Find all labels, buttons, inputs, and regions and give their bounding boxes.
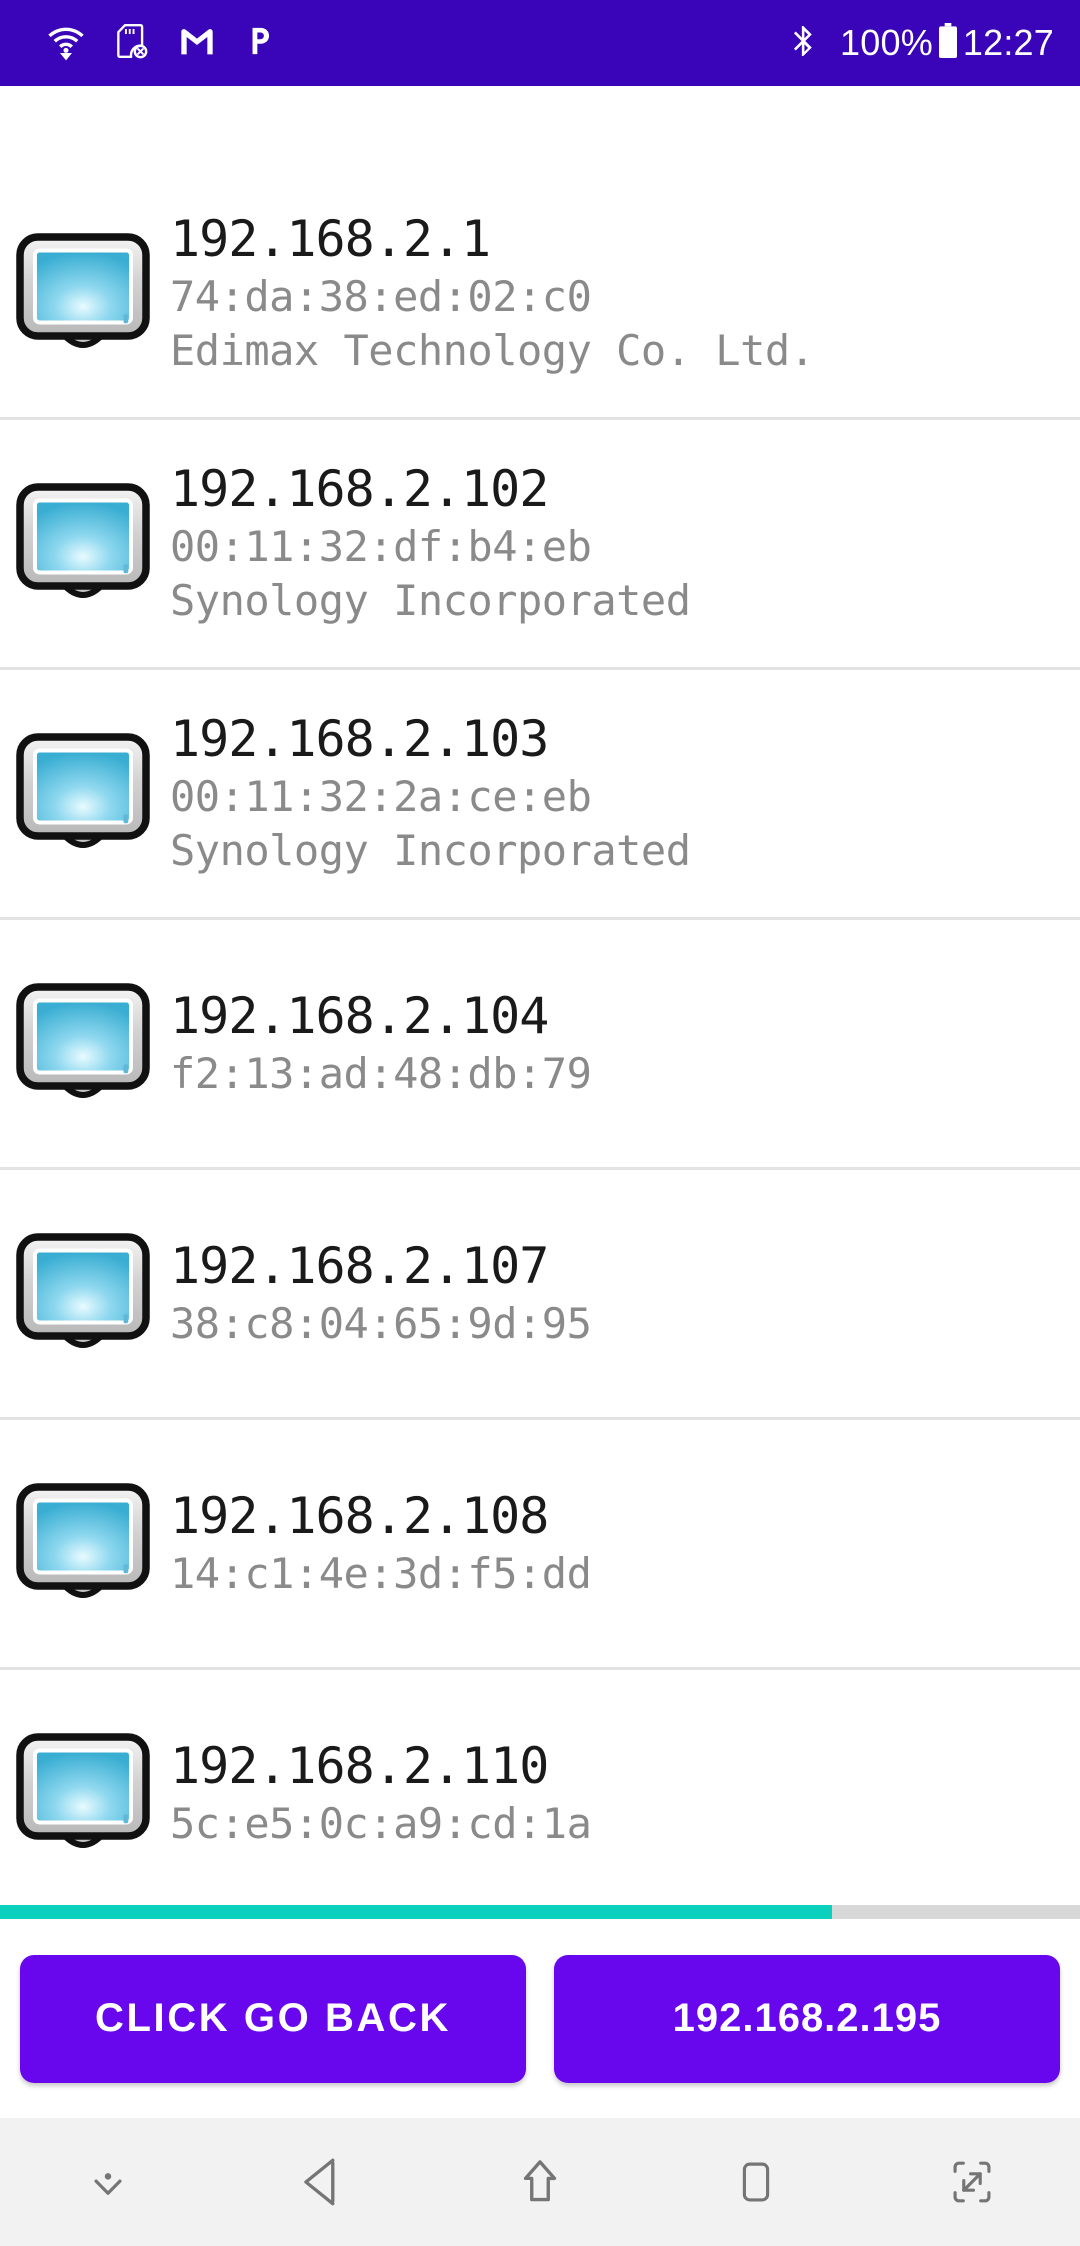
device-mac: 14:c1:4e:3d:f5:dd [170,1549,592,1599]
list-top-spacer [0,86,1080,170]
scan-progress-fill [0,1905,832,1919]
device-ip: 192.168.2.102 [170,460,549,519]
hide-keyboard-icon[interactable] [0,2118,216,2246]
computer-monitor-icon [0,919,166,1169]
device-info: 192.168.2.107 38:c8:04:65:9d:95 [166,1236,1080,1351]
device-ip: 192.168.2.107 [170,1237,549,1296]
device-ip: 192.168.2.108 [170,1487,549,1546]
device-vendor: Synology Incorporated [170,826,691,875]
computer-monitor-glyph [16,982,150,1098]
computer-monitor-icon [0,1169,166,1419]
device-mac: 00:11:32:df:b4:eb [170,522,592,572]
battery-percent-label: 100% [840,22,933,63]
recents-icon[interactable] [648,2118,864,2246]
go-back-button[interactable]: CLICK GO BACK [20,1954,526,2083]
device-row[interactable]: 192.168.2.110 5c:e5:0c:a9:cd:1a [0,1670,1080,1905]
computer-monitor-glyph [16,1232,150,1348]
device-ip: 192.168.2.103 [170,710,549,769]
computer-monitor-glyph [16,732,150,848]
back-icon[interactable] [216,2118,432,2246]
scan-progress-bar [0,1905,1080,1919]
device-ip: 192.168.2.1 [170,210,491,269]
device-info: 192.168.2.103 00:11:32:2a:ce:eb Synology I… [166,709,1080,878]
bluetooth-icon [786,21,820,66]
computer-monitor-glyph [16,1732,150,1848]
action-button-bar: CLICK GO BACK 192.168.2.195 [0,1919,1080,2118]
device-row[interactable]: 192.168.2.102 00:11:32:df:b4:eb Synology I… [0,420,1080,670]
device-info: 192.168.2.108 14:c1:4e:3d:f5:dd [166,1486,1080,1601]
device-row[interactable]: 192.168.2.107 38:c8:04:65:9d:95 [0,1170,1080,1420]
device-mac: 5c:e5:0c:a9:cd:1a [170,1799,592,1849]
status-bar-left-icons [46,21,276,66]
device-info: 192.168.2.1 74:da:38:ed:02:c0 Edimax Techn… [166,209,1080,378]
device-info: 192.168.2.104 f2:13:ad:48:db:79 [166,986,1080,1101]
go-back-button-label: CLICK GO BACK [94,1996,451,2040]
computer-monitor-icon [0,169,166,419]
device-info: 192.168.2.102 00:11:32:df:b4:eb Synology I… [166,459,1080,628]
status-bar: 100% 12:27 [0,0,1080,86]
device-ip: 192.168.2.104 [170,987,549,1046]
computer-monitor-icon [0,1669,166,1906]
device-vendor: Synology Incorporated [170,576,691,625]
computer-monitor-icon [0,1419,166,1669]
computer-monitor-glyph [16,1482,150,1598]
host-ip-button-label: 192.168.2.195 [672,1996,942,2040]
host-ip-button[interactable]: 192.168.2.195 [554,1954,1060,2083]
device-rows: 192.168.2.1 74:da:38:ed:02:c0 Edimax Techn… [0,170,1080,1905]
computer-monitor-icon [0,669,166,919]
sd-card-off-icon [112,21,150,66]
device-ip: 192.168.2.110 [170,1737,549,1796]
wifi-icon [46,21,86,66]
pushbullet-icon [244,21,276,66]
device-vendor: Edimax Technology Co. Ltd. [170,326,815,375]
system-navigation-bar [0,2118,1080,2246]
clock-label: 12:27 [962,22,1054,63]
computer-monitor-icon [0,419,166,669]
battery-icon [935,21,961,66]
device-mac: f2:13:ad:48:db:79 [170,1049,592,1099]
device-row[interactable]: 192.168.2.104 f2:13:ad:48:db:79 [0,920,1080,1170]
fullscreen-icon[interactable] [864,2118,1080,2246]
device-mac: 74:da:38:ed:02:c0 [170,272,592,322]
device-row[interactable]: 192.168.2.108 14:c1:4e:3d:f5:dd [0,1420,1080,1670]
device-list[interactable]: 192.168.2.1 74:da:38:ed:02:c0 Edimax Techn… [0,86,1080,1905]
gmail-icon [176,21,218,66]
device-mac: 38:c8:04:65:9d:95 [170,1299,592,1349]
device-mac: 00:11:32:2a:ce:eb [170,772,592,822]
computer-monitor-glyph [16,482,150,598]
device-row[interactable]: 192.168.2.103 00:11:32:2a:ce:eb Synology I… [0,670,1080,920]
status-bar-right-group: 100% 12:27 [786,21,1054,66]
computer-monitor-glyph [16,232,150,348]
home-icon[interactable] [432,2118,648,2246]
device-row[interactable]: 192.168.2.1 74:da:38:ed:02:c0 Edimax Techn… [0,170,1080,420]
device-info: 192.168.2.110 5c:e5:0c:a9:cd:1a [166,1736,1080,1851]
